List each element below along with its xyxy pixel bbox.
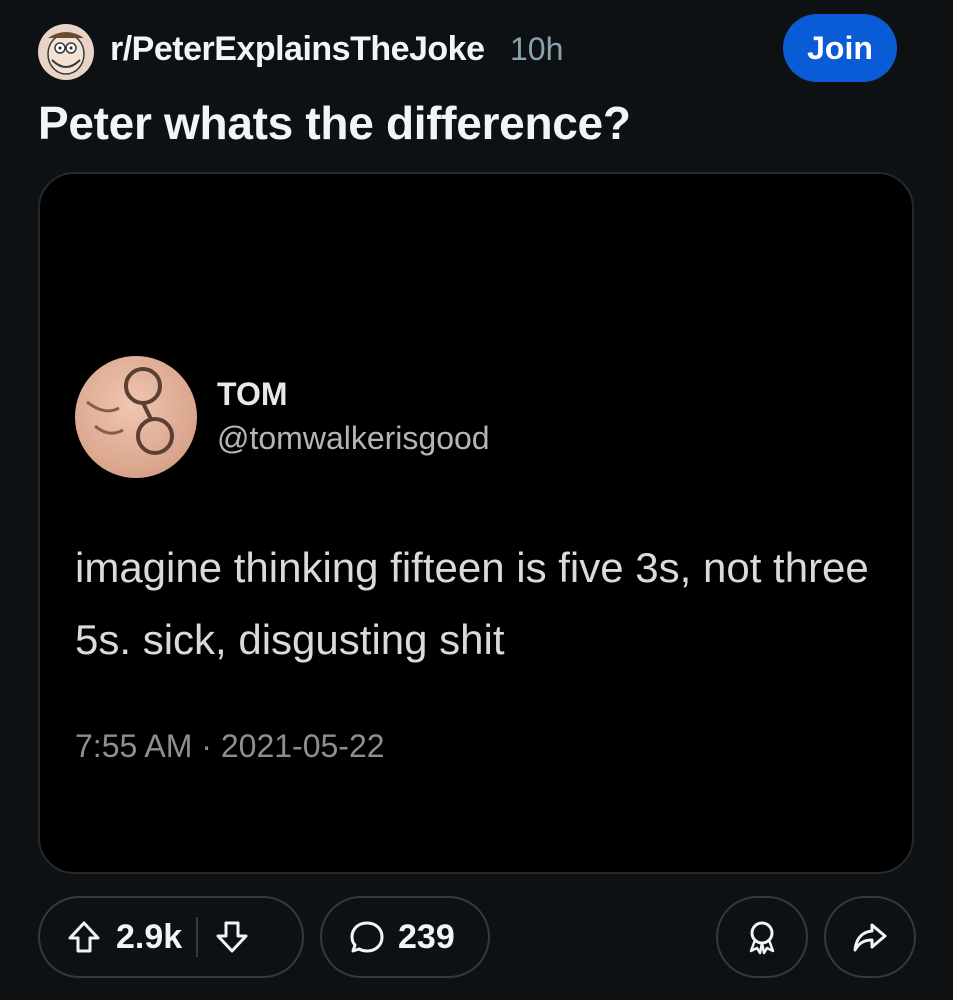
post-image[interactable]: TOM @tomwalkerisgood imagine thinking fi… <box>38 172 914 874</box>
tweet-avatar <box>75 356 197 478</box>
downvote-icon[interactable] <box>212 917 252 957</box>
comment-count: 239 <box>398 917 455 956</box>
share-icon <box>850 917 890 957</box>
comment-icon <box>348 918 386 956</box>
comments-button[interactable]: 239 <box>320 896 490 978</box>
upvote-icon[interactable] <box>64 917 104 957</box>
join-button[interactable]: Join <box>783 14 897 82</box>
award-icon <box>742 917 782 957</box>
action-bar: 2.9k 239 <box>38 896 916 982</box>
upvote-count: 2.9k <box>116 917 183 956</box>
vote-control: 2.9k <box>38 896 304 978</box>
post-title[interactable]: Peter whats the difference? <box>38 96 631 150</box>
post: r/PeterExplainsTheJoke 10h Join Peter wh… <box>0 0 953 1000</box>
subreddit-name[interactable]: r/PeterExplainsTheJoke <box>110 30 485 69</box>
subreddit-avatar[interactable] <box>38 24 94 80</box>
post-header: r/PeterExplainsTheJoke 10h Join <box>38 14 898 82</box>
tweet-text: imagine thinking fifteen is five 3s, not… <box>75 544 869 663</box>
post-age: 10h <box>510 31 564 67</box>
share-button[interactable] <box>824 896 916 978</box>
award-button[interactable] <box>716 896 808 978</box>
vote-divider <box>196 917 199 957</box>
tweet-timestamp: 7:55 AM · 2021-05-22 <box>75 728 385 764</box>
tweet-author-name: TOM <box>217 376 288 412</box>
tweet-author-handle: @tomwalkerisgood <box>217 420 490 456</box>
